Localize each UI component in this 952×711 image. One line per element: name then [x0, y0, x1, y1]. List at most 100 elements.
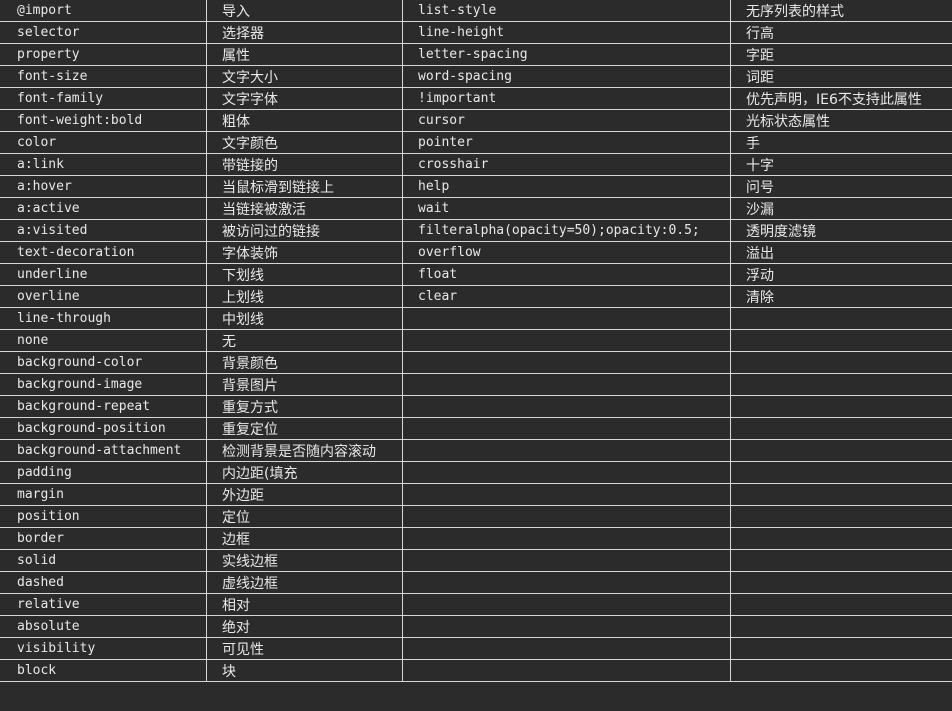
description-cell-right	[730, 659, 952, 682]
property-cell: position	[0, 505, 207, 528]
css-reference-table: @import 导入 list-style 无序列表的样式 selector 选择器 lin…	[0, 0, 952, 682]
property-cell-right: filteralpha(opacity=50);opacity:0.5;	[402, 219, 731, 242]
description-cell-right: 无序列表的样式	[730, 0, 952, 22]
description-cell-right: 浮动	[730, 263, 952, 286]
property-cell: background-image	[0, 373, 207, 396]
description-cell-right	[730, 549, 952, 572]
property-cell: a:link	[0, 153, 207, 176]
description-cell: 背景颜色	[206, 351, 403, 374]
description-cell-right	[730, 615, 952, 638]
description-cell-right	[730, 483, 952, 506]
property-cell-right: help	[402, 175, 731, 198]
property-cell: solid	[0, 549, 207, 572]
description-cell-right: 问号	[730, 175, 952, 198]
property-cell: margin	[0, 483, 207, 506]
description-cell: 下划线	[206, 263, 403, 286]
property-cell: none	[0, 329, 207, 352]
property-cell-right: list-style	[402, 0, 731, 22]
table-row: overline 上划线 clear 清除	[0, 285, 952, 308]
table-row: font-size 文字大小 word-spacing 词距	[0, 65, 952, 88]
property-cell-right	[402, 373, 731, 396]
property-cell-right	[402, 659, 731, 682]
property-cell-right: pointer	[402, 131, 731, 154]
table-row: font-weight:bold 粗体 cursor 光标状态属性	[0, 109, 952, 132]
property-cell: block	[0, 659, 207, 682]
table-row: padding 内边距(填充	[0, 461, 952, 484]
property-cell: background-repeat	[0, 395, 207, 418]
table-row: background-position 重复定位	[0, 417, 952, 440]
table-row: property 属性 letter-spacing 字距	[0, 43, 952, 66]
description-cell-right: 优先声明，IE6不支持此属性	[730, 87, 952, 110]
description-cell: 文字大小	[206, 65, 403, 88]
property-cell-right: !important	[402, 87, 731, 110]
property-cell-right: overflow	[402, 241, 731, 264]
property-cell: property	[0, 43, 207, 66]
property-cell-right: line-height	[402, 21, 731, 44]
description-cell-right: 溢出	[730, 241, 952, 264]
property-cell: line-through	[0, 307, 207, 330]
description-cell: 属性	[206, 43, 403, 66]
table-row: line-through 中划线	[0, 307, 952, 330]
description-cell: 重复定位	[206, 417, 403, 440]
table-row: block 块	[0, 659, 952, 682]
description-cell: 绝对	[206, 615, 403, 638]
description-cell: 导入	[206, 0, 403, 22]
property-cell-right	[402, 439, 731, 462]
description-cell: 被访问过的链接	[206, 219, 403, 242]
description-cell: 块	[206, 659, 403, 682]
description-cell: 当链接被激活	[206, 197, 403, 220]
table-row: dashed 虚线边框	[0, 571, 952, 594]
description-cell-right: 行高	[730, 21, 952, 44]
description-cell-right	[730, 329, 952, 352]
description-cell-right	[730, 395, 952, 418]
description-cell: 当鼠标滑到链接上	[206, 175, 403, 198]
description-cell: 字体装饰	[206, 241, 403, 264]
table-row: a:active 当链接被激活 wait 沙漏	[0, 197, 952, 220]
property-cell: relative	[0, 593, 207, 616]
property-cell-right	[402, 593, 731, 616]
table-row: @import 导入 list-style 无序列表的样式	[0, 0, 952, 22]
table-row: background-attachment 检测背景是否随内容滚动	[0, 439, 952, 462]
property-cell-right	[402, 329, 731, 352]
table-row: underline 下划线 float 浮动	[0, 263, 952, 286]
description-cell-right	[730, 439, 952, 462]
property-cell-right	[402, 351, 731, 374]
description-cell-right: 手	[730, 131, 952, 154]
description-cell: 选择器	[206, 21, 403, 44]
description-cell: 中划线	[206, 307, 403, 330]
property-cell: background-position	[0, 417, 207, 440]
table-body: @import 导入 list-style 无序列表的样式 selector 选择器 lin…	[0, 0, 952, 682]
description-cell-right	[730, 527, 952, 550]
description-cell: 可见性	[206, 637, 403, 660]
description-cell-right	[730, 351, 952, 374]
property-cell: selector	[0, 21, 207, 44]
table-row: background-image 背景图片	[0, 373, 952, 396]
table-row: selector 选择器 line-height 行高	[0, 21, 952, 44]
description-cell-right	[730, 307, 952, 330]
description-cell-right	[730, 505, 952, 528]
description-cell: 外边距	[206, 483, 403, 506]
table-row: color 文字颜色 pointer 手	[0, 131, 952, 154]
table-row: a:link 带链接的 crosshair 十字	[0, 153, 952, 176]
property-cell: absolute	[0, 615, 207, 638]
property-cell: overline	[0, 285, 207, 308]
property-cell: @import	[0, 0, 207, 22]
property-cell-right: word-spacing	[402, 65, 731, 88]
table-row: font-family 文字字体 !important 优先声明，IE6不支持此属性	[0, 87, 952, 110]
property-cell: font-family	[0, 87, 207, 110]
property-cell: background-color	[0, 351, 207, 374]
property-cell-right	[402, 461, 731, 484]
property-cell: border	[0, 527, 207, 550]
description-cell: 定位	[206, 505, 403, 528]
description-cell: 内边距(填充	[206, 461, 403, 484]
description-cell-right: 清除	[730, 285, 952, 308]
property-cell: padding	[0, 461, 207, 484]
property-cell: font-size	[0, 65, 207, 88]
table-row: visibility 可见性	[0, 637, 952, 660]
property-cell: color	[0, 131, 207, 154]
table-row: solid 实线边框	[0, 549, 952, 572]
description-cell-right	[730, 637, 952, 660]
description-cell-right	[730, 461, 952, 484]
property-cell: text-decoration	[0, 241, 207, 264]
description-cell-right: 十字	[730, 153, 952, 176]
